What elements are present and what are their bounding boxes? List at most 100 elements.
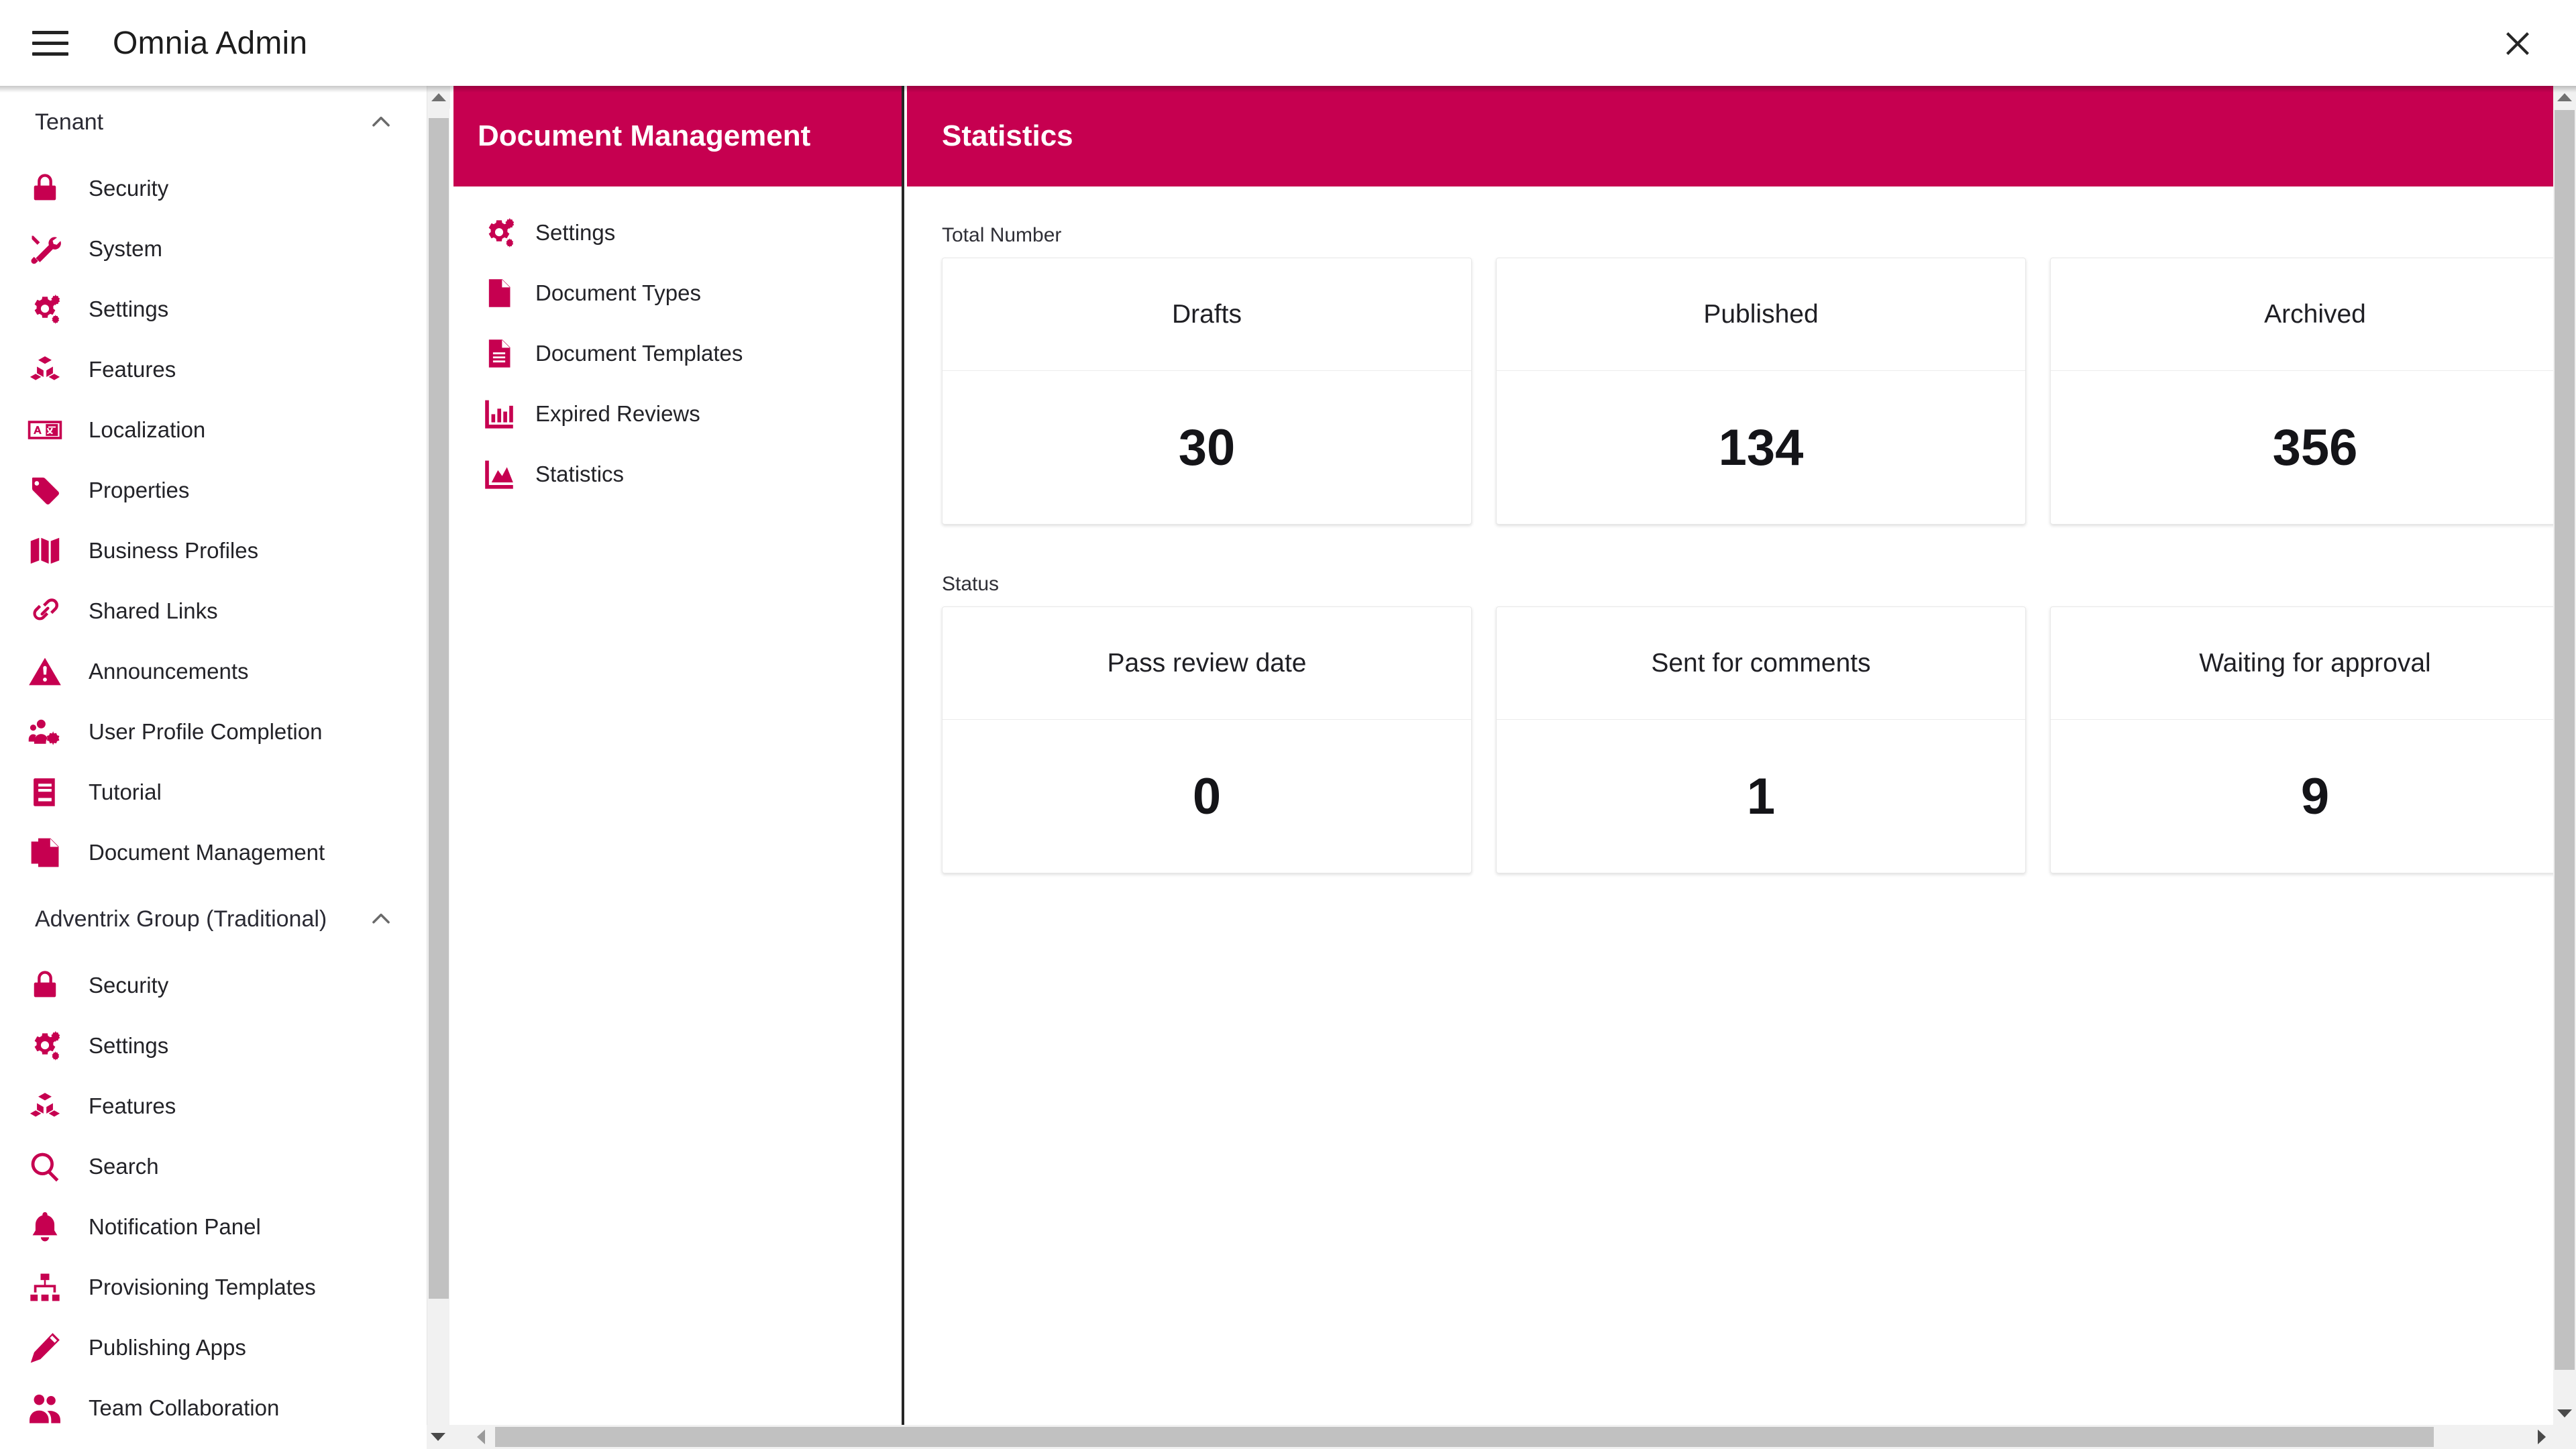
stat-card-value: 134 <box>1718 419 1804 476</box>
link-icon <box>19 590 71 632</box>
hamburger-menu-icon[interactable] <box>32 23 72 63</box>
scrollbar-thumb[interactable] <box>2555 110 2575 1370</box>
sidebar-item-search[interactable]: Search <box>0 1136 427 1197</box>
panel-item-expired-reviews[interactable]: Expired Reviews <box>453 384 902 444</box>
panel-item-label: Document Types <box>535 280 702 305</box>
area-chart-icon <box>467 453 531 495</box>
sidebar-item-label: Security <box>89 176 169 201</box>
stat-card-title: Drafts <box>943 258 1471 371</box>
triangle-up-icon[interactable] <box>2553 86 2576 109</box>
sidebar-nav: Tenant Security System Settings Features… <box>0 86 427 1449</box>
sidebar-item-localization[interactable]: Localization <box>0 400 427 460</box>
sidebar-item-label: Notification Panel <box>89 1214 261 1239</box>
panel-menu: Settings Document Types Document Templat… <box>453 186 902 504</box>
stat-card-value: 0 <box>1192 767 1222 825</box>
triangle-left-icon[interactable] <box>470 1425 492 1449</box>
sidebar-item-label: Publishing Apps <box>89 1335 246 1360</box>
stat-card-sent-for-comments: Sent for comments 1 <box>1496 606 2026 873</box>
sidebar-item-business-profiles[interactable]: Business Profiles <box>0 521 427 581</box>
sidebar-item-label: System <box>89 236 163 261</box>
stat-card-value: 356 <box>2272 419 2358 476</box>
stat-card-row-status: Pass review date 0 Sent for comments 1 W… <box>942 606 2553 873</box>
triangle-down-icon[interactable] <box>2553 1402 2576 1425</box>
sidebar-item-label: Localization <box>89 417 206 442</box>
translate-icon <box>19 409 71 451</box>
sidebar-item-label: Settings <box>89 297 169 321</box>
stat-card-title: Waiting for approval <box>2051 607 2553 720</box>
sidebar-item-settings-2[interactable]: Settings <box>0 1016 427 1076</box>
users-gear-icon <box>19 711 71 753</box>
triangle-down-icon[interactable] <box>427 1425 449 1449</box>
sidebar-item-label: User Profile Completion <box>89 719 323 744</box>
stat-card-row-total-number: Drafts 30 Published 134 Archived 356 <box>942 258 2553 525</box>
sidebar-item-notification-panel[interactable]: Notification Panel <box>0 1197 427 1257</box>
people-icon <box>19 1387 71 1429</box>
sidebar-vertical-scrollbar[interactable] <box>427 86 450 1449</box>
scrollbar-thumb[interactable] <box>495 1427 2434 1447</box>
panel-item-document-types[interactable]: Document Types <box>453 263 902 323</box>
panel-header: Document Management <box>453 86 902 186</box>
sidebar-item-tutorial[interactable]: Tutorial <box>0 762 427 822</box>
scrollbar-thumb[interactable] <box>429 118 449 1299</box>
bell-icon <box>19 1206 71 1248</box>
sidebar-item-provisioning-templates[interactable]: Provisioning Templates <box>0 1257 427 1318</box>
panel-item-settings[interactable]: Settings <box>453 203 902 263</box>
chevron-up-icon[interactable] <box>368 906 394 932</box>
sidebar-item-label: Security <box>89 973 169 998</box>
sidebar-item-publishing-apps[interactable]: Publishing Apps <box>0 1318 427 1378</box>
workspace: Tenant Security System Settings Features… <box>0 86 2576 1449</box>
content-horizontal-scrollbar[interactable] <box>427 1425 2576 1449</box>
file-lines-icon <box>467 333 531 374</box>
document-management-panel: Document Management Settings Document Ty… <box>453 86 904 1449</box>
tag-icon <box>19 470 71 511</box>
sidebar-group-label: Tenant <box>35 109 104 135</box>
map-icon <box>19 530 71 572</box>
sidebar-item-label: Search <box>89 1154 159 1179</box>
sidebar-item-shared-links[interactable]: Shared Links <box>0 581 427 641</box>
triangle-up-icon[interactable] <box>427 86 450 109</box>
sidebar-item-security-2[interactable]: Security <box>0 955 427 1016</box>
statistics-header: Statistics <box>907 86 2553 186</box>
sidebar-item-user-profile-completion[interactable]: User Profile Completion <box>0 702 427 762</box>
sidebar-item-label: Business Profiles <box>89 538 259 563</box>
section-label-total-number: Total Number <box>942 224 1062 246</box>
book-icon <box>19 771 71 813</box>
stat-card-value: 30 <box>1178 419 1236 476</box>
sidebar-group-label: Adventrix Group (Traditional) <box>35 906 327 932</box>
tools-icon <box>19 228 71 270</box>
stat-card-value: 9 <box>2300 767 2330 825</box>
sidebar-item-document-management[interactable]: Document Management <box>0 822 427 883</box>
sidebar-item-label: Properties <box>89 478 190 502</box>
sidebar-item-settings[interactable]: Settings <box>0 279 427 339</box>
sidebar-item-features-2[interactable]: Features <box>0 1076 427 1136</box>
sidebar-item-announcements[interactable]: Announcements <box>0 641 427 702</box>
warning-triangle-icon <box>19 651 71 692</box>
stat-card-value: 1 <box>1746 767 1776 825</box>
stat-card-archived: Archived 356 <box>2050 258 2553 525</box>
sidebar-item-system[interactable]: System <box>0 219 427 279</box>
stat-card-title: Archived <box>2051 258 2553 371</box>
triangle-right-icon[interactable] <box>2530 1425 2553 1449</box>
panel-item-label: Settings <box>535 220 616 245</box>
sidebar-item-team-collaboration[interactable]: Team Collaboration <box>0 1378 427 1438</box>
sidebar-item-label: Provisioning Templates <box>89 1275 316 1299</box>
close-icon[interactable] <box>2497 23 2538 64</box>
sidebar-item-label: Features <box>89 1093 176 1118</box>
chevron-up-icon[interactable] <box>368 109 394 136</box>
stat-card-drafts: Drafts 30 <box>942 258 1472 525</box>
sidebar-item-security[interactable]: Security <box>0 158 427 219</box>
sidebar-group-adventrix[interactable]: Adventrix Group (Traditional) <box>0 883 427 955</box>
sidebar-group-tenant[interactable]: Tenant <box>0 86 427 158</box>
panel-item-statistics[interactable]: Statistics <box>453 444 902 504</box>
lock-icon <box>19 965 71 1006</box>
sidebar-item-features[interactable]: Features <box>0 339 427 400</box>
hamburger-line <box>32 30 68 34</box>
panel-item-label: Statistics <box>535 462 625 486</box>
section-label-status: Status <box>942 573 1000 595</box>
panel-item-document-templates[interactable]: Document Templates <box>453 323 902 384</box>
stat-card-published: Published 134 <box>1496 258 2026 525</box>
hamburger-line <box>32 52 68 56</box>
stat-card-title: Published <box>1497 258 2025 371</box>
sidebar-item-properties[interactable]: Properties <box>0 460 427 521</box>
content-vertical-scrollbar[interactable] <box>2553 86 2576 1449</box>
